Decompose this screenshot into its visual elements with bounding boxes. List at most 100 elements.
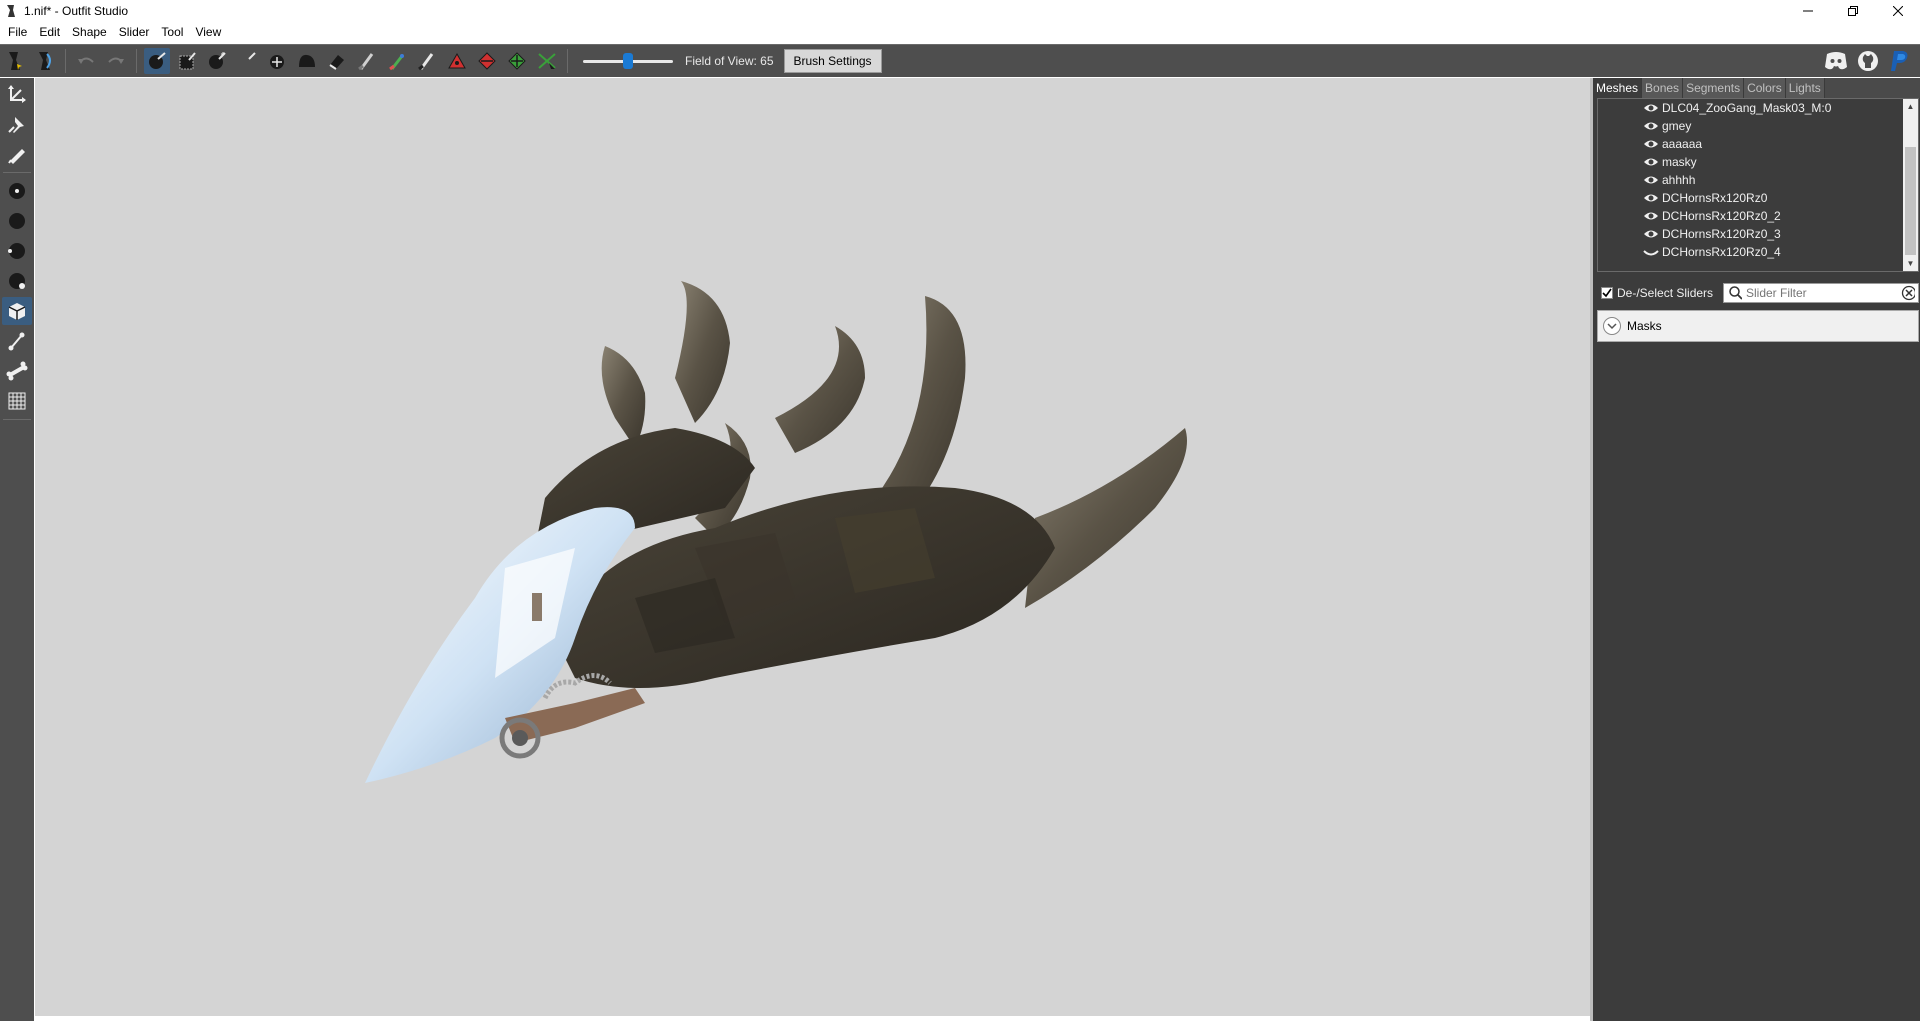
undiff-brush-icon — [329, 55, 344, 70]
brush-settings-button[interactable]: Brush Settings — [783, 49, 882, 73]
collapse-vertex-button[interactable] — [444, 48, 470, 74]
brush-size-2-icon — [9, 213, 25, 229]
eye-icon[interactable] — [1643, 174, 1659, 186]
vertex-edit-button[interactable] — [2, 140, 32, 168]
menu-file[interactable]: File — [2, 22, 33, 43]
scrollbar-thumb[interactable] — [1905, 147, 1916, 255]
move-brush-button[interactable] — [264, 48, 290, 74]
mesh-list-scrollbar[interactable]: ▲ ▼ — [1903, 99, 1918, 271]
3d-viewport[interactable] — [35, 78, 1590, 1016]
slider-group-masks[interactable]: Masks — [1597, 310, 1919, 342]
eye-icon[interactable] — [1643, 192, 1659, 204]
mesh-list-item[interactable]: DCHornsRx120Rz0_2 — [1598, 207, 1918, 225]
app-icon — [7, 5, 15, 17]
brush-size-4-icon — [9, 273, 25, 289]
mesh-list-item[interactable]: gmey — [1598, 117, 1918, 135]
clear-filter-icon[interactable] — [1901, 285, 1915, 301]
redo-icon — [108, 57, 124, 64]
mesh-list-item[interactable]: aaaaaa — [1598, 135, 1918, 153]
right-panel-tabs: Meshes Bones Segments Colors Lights — [1593, 78, 1920, 98]
tab-lights[interactable]: Lights — [1785, 78, 1825, 98]
mesh-name: DCHornsRx120Rz0_3 — [1662, 227, 1781, 241]
slider-filter-box[interactable] — [1723, 283, 1919, 303]
pivot-tool-button[interactable] — [2, 110, 32, 138]
brush-size-4-button[interactable] — [2, 267, 32, 295]
mesh-name: DCHornsRx120Rz0_4 — [1662, 245, 1781, 259]
deflate-brush-icon — [239, 52, 256, 69]
menu-edit[interactable]: Edit — [33, 22, 66, 43]
github-button[interactable] — [1854, 48, 1882, 74]
undo-button[interactable] — [73, 48, 99, 74]
eye-icon[interactable] — [1643, 210, 1659, 222]
tab-bones[interactable]: Bones — [1642, 78, 1684, 98]
mask-brush-button[interactable] — [174, 48, 200, 74]
eye-icon[interactable] — [1643, 120, 1659, 132]
window-title: 1.nif* - Outfit Studio — [24, 4, 129, 18]
eye-icon[interactable] — [1643, 156, 1659, 168]
fov-slider-thumb[interactable] — [623, 53, 633, 69]
menu-view[interactable]: View — [189, 22, 227, 43]
close-icon — [1892, 6, 1903, 16]
bone-button[interactable] — [2, 357, 32, 385]
fov-slider[interactable] — [583, 51, 673, 71]
slider-filter-input[interactable] — [1742, 286, 1901, 300]
deselect-sliders-label[interactable]: De-/Select Sliders — [1617, 286, 1713, 300]
split-edge-button[interactable] — [504, 48, 530, 74]
restore-button[interactable] — [1830, 0, 1875, 22]
weight-brush-button[interactable] — [354, 48, 380, 74]
eye-icon[interactable] — [1643, 228, 1659, 240]
window-controls — [1785, 0, 1920, 22]
menu-tool[interactable]: Tool — [155, 22, 189, 43]
scroll-up-arrow-icon[interactable]: ▲ — [1903, 99, 1918, 114]
deflate-brush-button[interactable] — [234, 48, 260, 74]
mesh-list-item[interactable]: DLC04_ZooGang_Mask03_M:0 — [1598, 99, 1918, 117]
tab-segments[interactable]: Segments — [1683, 78, 1745, 98]
mesh-list[interactable]: DLC04_ZooGang_Mask03_M:0 gmey aaaaaa mas… — [1597, 98, 1919, 272]
right-panel: Meshes Bones Segments Colors Lights DLC0… — [1593, 78, 1920, 1021]
brush-size-2-button[interactable] — [2, 207, 32, 235]
paypal-button[interactable] — [1886, 48, 1914, 74]
tab-colors[interactable]: Colors — [1744, 78, 1786, 98]
deselect-sliders-checkbox[interactable] — [1601, 287, 1613, 299]
redo-button[interactable] — [103, 48, 129, 74]
close-button[interactable] — [1875, 0, 1920, 22]
inflate-brush-icon — [209, 52, 226, 69]
tab-meshes[interactable]: Meshes — [1593, 78, 1643, 98]
minimize-button[interactable] — [1785, 0, 1830, 22]
menu-shape[interactable]: Shape — [66, 22, 113, 43]
flip-edge-button[interactable] — [474, 48, 500, 74]
undiff-brush-button[interactable] — [324, 48, 350, 74]
eye-closed-icon[interactable] — [1643, 246, 1659, 258]
select-brush-button[interactable] — [144, 48, 170, 74]
discord-icon — [1825, 52, 1847, 70]
brush-size-3-button[interactable] — [2, 237, 32, 265]
cube-view-button[interactable] — [2, 297, 32, 325]
scroll-down-arrow-icon[interactable]: ▼ — [1903, 256, 1918, 271]
alpha-brush-button[interactable] — [414, 48, 440, 74]
mesh-list-item[interactable]: ahhhh — [1598, 171, 1918, 189]
menu-bar: File Edit Shape Slider Tool View — [0, 22, 1920, 43]
mesh-list-item[interactable]: masky — [1598, 153, 1918, 171]
select-shape-button[interactable] — [2, 48, 28, 74]
delete-vertex-button[interactable] — [534, 48, 560, 74]
mesh-list-item[interactable]: DCHornsRx120Rz0_3 — [1598, 225, 1918, 243]
color-brush-button[interactable] — [384, 48, 410, 74]
eye-icon[interactable] — [1643, 138, 1659, 150]
mesh-name: masky — [1662, 155, 1697, 169]
minimize-icon — [1802, 10, 1813, 12]
chevron-down-icon[interactable] — [1603, 317, 1621, 335]
mesh-list-item[interactable]: DCHornsRx120Rz0_4 — [1598, 243, 1918, 261]
eye-icon[interactable] — [1643, 102, 1659, 114]
inflate-brush-button[interactable] — [204, 48, 230, 74]
bone-chain-button[interactable] — [2, 327, 32, 355]
grid-icon — [8, 392, 26, 410]
transform-tool-button[interactable] — [2, 80, 32, 108]
menu-slider[interactable]: Slider — [113, 22, 156, 43]
select-slider-button[interactable] — [32, 48, 58, 74]
smooth-brush-button[interactable] — [294, 48, 320, 74]
mesh-name: ahhhh — [1662, 173, 1696, 187]
grid-button[interactable] — [2, 387, 32, 415]
brush-size-1-button[interactable] — [2, 177, 32, 205]
discord-button[interactable] — [1822, 48, 1850, 74]
mesh-list-item[interactable]: DCHornsRx120Rz0 — [1598, 189, 1918, 207]
